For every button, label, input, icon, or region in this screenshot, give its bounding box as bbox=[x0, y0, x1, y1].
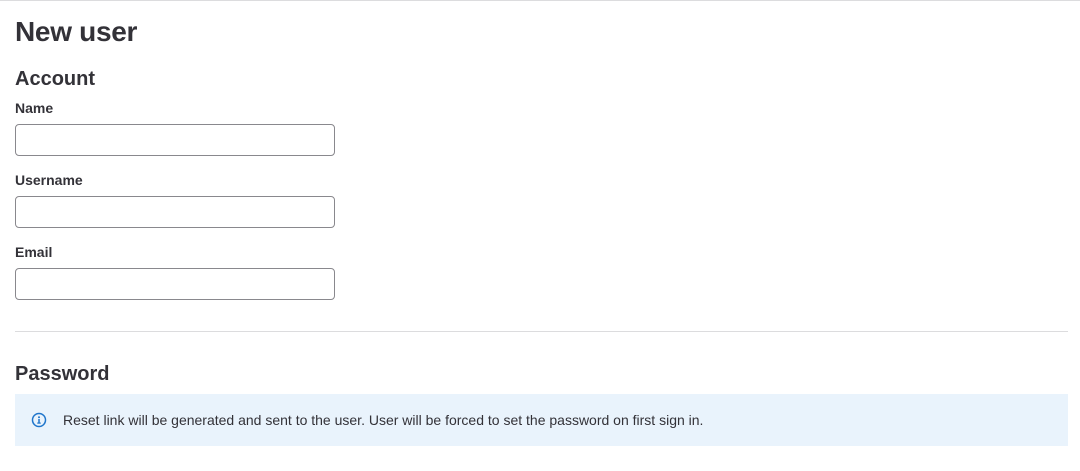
password-info-text: Reset link will be generated and sent to… bbox=[63, 412, 704, 428]
email-input[interactable] bbox=[15, 268, 335, 300]
name-label: Name bbox=[15, 100, 54, 116]
username-input[interactable] bbox=[15, 196, 335, 228]
username-label: Username bbox=[15, 172, 83, 188]
new-user-page: New user Account Name Username Email Pas… bbox=[0, 0, 1080, 471]
name-input[interactable] bbox=[15, 124, 335, 156]
password-section-title: Password bbox=[15, 363, 110, 385]
password-info-alert: Reset link will be generated and sent to… bbox=[15, 394, 1068, 446]
page-title: New user bbox=[15, 16, 138, 47]
email-label: Email bbox=[15, 244, 53, 260]
section-divider bbox=[15, 331, 1068, 332]
info-icon bbox=[31, 412, 47, 428]
account-section-title: Account bbox=[15, 68, 95, 90]
